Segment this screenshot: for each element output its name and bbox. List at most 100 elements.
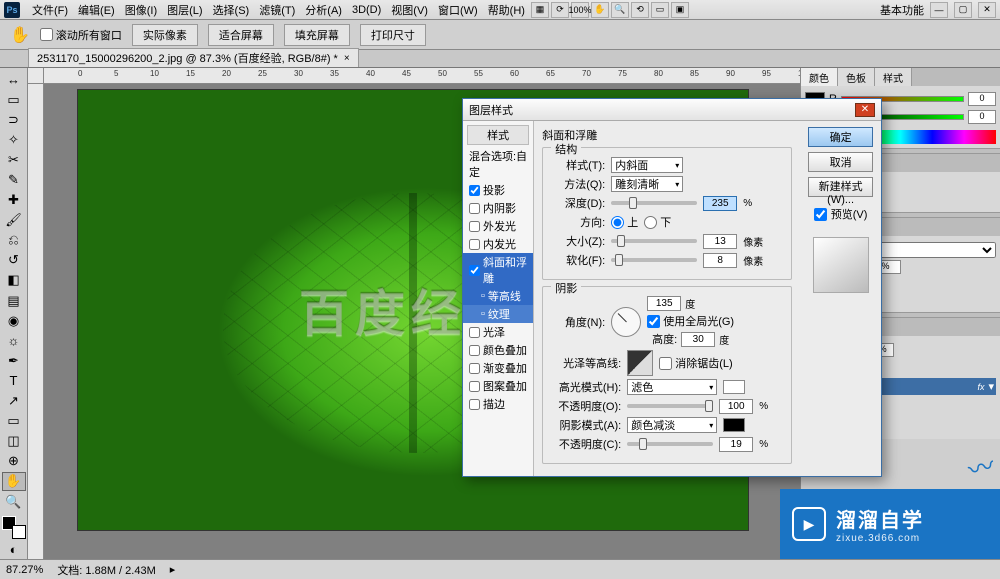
dialog-close-icon[interactable]: ✕ — [855, 103, 875, 117]
status-docsize[interactable]: 文档: 1.88M / 2.43M — [57, 562, 155, 578]
dir-up-radio[interactable]: 上 — [611, 214, 638, 230]
zoom-shortcut-icon[interactable]: 🔍 — [611, 2, 629, 18]
menu-filter[interactable]: 滤镜(T) — [255, 0, 299, 20]
hand-tool[interactable]: ✋ — [2, 472, 26, 491]
workspace-label[interactable]: 基本功能 — [880, 2, 924, 18]
size-slider[interactable] — [611, 239, 697, 243]
size-value[interactable]: 13 — [703, 234, 737, 249]
shadow-mode-dropdown[interactable]: 颜色减淡 — [627, 417, 717, 433]
technique-dropdown[interactable]: 雕刻清晰 — [611, 176, 683, 192]
stamp-tool[interactable]: ⎌ — [2, 231, 26, 250]
screen-mode-icon[interactable]: ▣ — [671, 2, 689, 18]
arrange-icon[interactable]: ▭ — [651, 2, 669, 18]
preview-checkbox[interactable]: 预览(V) — [808, 206, 873, 222]
soften-slider[interactable] — [611, 258, 697, 262]
style-texture[interactable]: ▫纹理 — [463, 305, 533, 323]
color-swatches[interactable] — [2, 516, 26, 539]
maximize-icon[interactable]: ▢ — [954, 2, 972, 18]
quickmask-tool[interactable]: ◐ — [2, 540, 26, 559]
menu-3d[interactable]: 3D(D) — [348, 2, 385, 18]
menu-analysis[interactable]: 分析(A) — [301, 0, 346, 20]
fill-screen-button[interactable]: 填充屏幕 — [284, 24, 350, 46]
path-tool[interactable]: ↗ — [2, 392, 26, 411]
depth-slider[interactable] — [611, 201, 697, 205]
style-innershadow[interactable]: 内阴影 — [463, 199, 533, 217]
angle-dial[interactable] — [611, 307, 641, 337]
pen-tool[interactable]: ✒ — [2, 351, 26, 370]
style-contour[interactable]: ▫等高线 — [463, 287, 533, 305]
menu-select[interactable]: 选择(S) — [209, 0, 254, 20]
shadow-opacity-value[interactable]: 19 — [719, 437, 753, 452]
actual-pixels-button[interactable]: 实际像素 — [132, 24, 198, 46]
fx-badge[interactable]: fx — [977, 382, 984, 392]
r-value[interactable]: 0 — [968, 92, 996, 106]
menu-file[interactable]: 文件(F) — [28, 0, 72, 20]
highlight-mode-dropdown[interactable]: 滤色 — [627, 379, 717, 395]
g-value[interactable]: 0 — [968, 110, 996, 124]
3d-tool[interactable]: ◫ — [2, 432, 26, 451]
shape-tool[interactable]: ▭ — [2, 412, 26, 431]
antialias-checkbox[interactable]: 消除锯齿(L) — [659, 355, 732, 371]
gradient-tool[interactable]: ▤ — [2, 291, 26, 310]
highlight-color[interactable] — [723, 380, 745, 394]
close-icon[interactable]: ✕ — [978, 2, 996, 18]
minimize-icon[interactable]: — — [930, 2, 948, 18]
style-innerglow[interactable]: 内发光 — [463, 235, 533, 253]
menu-view[interactable]: 视图(V) — [387, 0, 432, 20]
dodge-tool[interactable]: ☼ — [2, 331, 26, 350]
brush-tool[interactable]: 🖌 — [2, 211, 26, 230]
angle-value[interactable]: 135 — [647, 296, 681, 311]
tab-color[interactable]: 颜色 — [801, 68, 838, 86]
shadow-color[interactable] — [723, 418, 745, 432]
menu-window[interactable]: 窗口(W) — [434, 0, 482, 20]
depth-value[interactable]: 235 — [703, 196, 737, 211]
tab-styles[interactable]: 样式 — [875, 68, 912, 86]
bridge-icon[interactable]: ▦ — [531, 2, 549, 18]
gloss-contour[interactable] — [627, 350, 653, 376]
new-style-button[interactable]: 新建样式(W)... — [808, 177, 873, 197]
menu-image[interactable]: 图像(I) — [121, 0, 161, 20]
history-brush-tool[interactable]: ↺ — [2, 251, 26, 270]
ok-button[interactable]: 确定 — [808, 127, 873, 147]
altitude-value[interactable]: 30 — [681, 332, 715, 347]
camera-tool[interactable]: ⊕ — [2, 452, 26, 471]
blend-options-row[interactable]: 混合选项:自定 — [463, 147, 533, 181]
style-dropshadow[interactable]: 投影 — [463, 181, 533, 199]
eyedropper-tool[interactable]: ✎ — [2, 170, 26, 189]
style-bevel[interactable]: 斜面和浮雕 — [463, 253, 533, 287]
eraser-tool[interactable]: ◧ — [2, 271, 26, 290]
style-coloroverlay[interactable]: 颜色叠加 — [463, 341, 533, 359]
scroll-all-checkbox[interactable]: 滚动所有窗口 — [40, 27, 122, 43]
history-icon[interactable]: ⟳ — [551, 2, 569, 18]
style-satin[interactable]: 光泽 — [463, 323, 533, 341]
style-stroke[interactable]: 描边 — [463, 395, 533, 413]
dialog-titlebar[interactable]: 图层样式 ✕ — [463, 99, 881, 121]
status-zoom[interactable]: 87.27% — [6, 564, 43, 576]
style-dropdown[interactable]: 内斜面 — [611, 157, 683, 173]
print-size-button[interactable]: 打印尺寸 — [360, 24, 426, 46]
hand-shortcut-icon[interactable]: ✋ — [591, 2, 609, 18]
fit-screen-button[interactable]: 适合屏幕 — [208, 24, 274, 46]
style-patternoverlay[interactable]: 图案叠加 — [463, 377, 533, 395]
rotate-icon[interactable]: ⟲ — [631, 2, 649, 18]
tab-close-icon[interactable]: × — [344, 53, 350, 64]
status-arrow-icon[interactable]: ▸ — [170, 563, 176, 576]
soften-value[interactable]: 8 — [703, 253, 737, 268]
menu-help[interactable]: 帮助(H) — [484, 0, 529, 20]
global-light-checkbox[interactable]: 使用全局光(G) — [647, 313, 743, 329]
style-outerglow[interactable]: 外发光 — [463, 217, 533, 235]
styles-header[interactable]: 样式 — [467, 125, 529, 145]
heal-tool[interactable]: ✚ — [2, 191, 26, 210]
cancel-button[interactable]: 取消 — [808, 152, 873, 172]
zoom-tool[interactable]: 🔍 — [2, 492, 26, 511]
move-tool[interactable]: ↔ — [2, 70, 26, 89]
lasso-tool[interactable]: ⊃ — [2, 110, 26, 129]
tab-swatches[interactable]: 色板 — [838, 68, 875, 86]
zoom-dropdown[interactable]: 100% — [571, 2, 589, 18]
highlight-opacity-value[interactable]: 100 — [719, 399, 753, 414]
style-gradientoverlay[interactable]: 渐变叠加 — [463, 359, 533, 377]
blur-tool[interactable]: ◉ — [2, 311, 26, 330]
wand-tool[interactable]: ✧ — [2, 130, 26, 149]
hand-tool-icon[interactable]: ✋ — [10, 25, 30, 45]
menu-layer[interactable]: 图层(L) — [163, 0, 206, 20]
